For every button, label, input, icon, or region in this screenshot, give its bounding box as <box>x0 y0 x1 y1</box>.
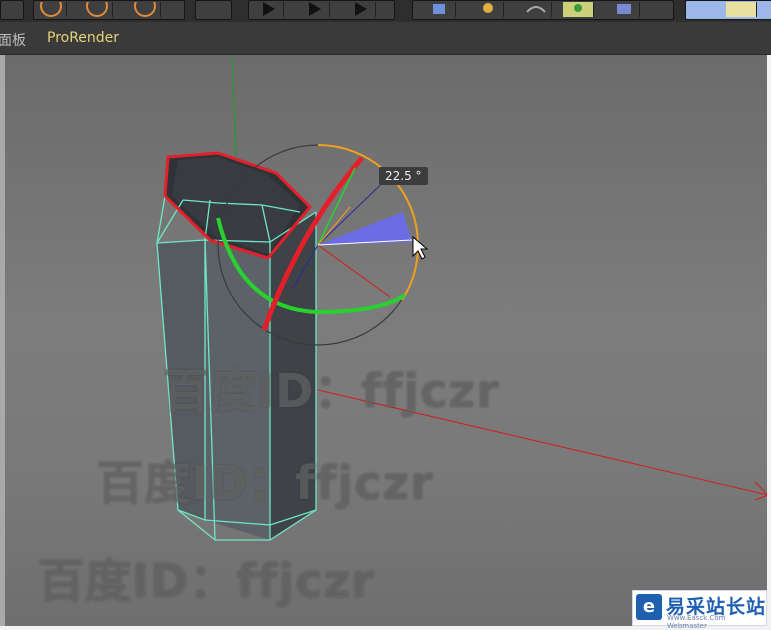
watermark-text: 百度ID：ffjczr <box>163 364 500 418</box>
rotation-angle-readout: 22.5 ° <box>379 167 428 185</box>
logo-icon: e <box>636 594 662 620</box>
watermark-text: 百度ID：ffjczr <box>38 554 375 608</box>
watermark-text: 百度ID：ffjczr <box>97 456 434 510</box>
move-cursor-icon <box>412 235 429 260</box>
site-logo: e 易采站长站 Www.Easck.Com Webmaster <box>632 590 767 630</box>
viewport-bottom-border <box>0 626 771 630</box>
logo-subtitle: Www.Easck.Com Webmaster <box>667 614 726 630</box>
viewport-right-border <box>767 55 771 630</box>
viewport-scene <box>156 54 769 541</box>
